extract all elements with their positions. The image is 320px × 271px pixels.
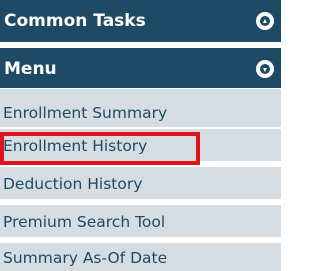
- menu-item-enrollment-summary[interactable]: Enrollment Summary: [0, 89, 281, 127]
- collapse-up-icon-arrow: [263, 19, 267, 23]
- expand-down-icon[interactable]: [256, 60, 274, 78]
- menu-label: Menu: [4, 59, 57, 79]
- menu-item-deduction-history[interactable]: Deduction History: [0, 167, 281, 199]
- collapse-up-icon[interactable]: [256, 12, 274, 30]
- menu-item-summary-as-of-date[interactable]: Summary As-Of Date: [0, 243, 281, 271]
- expand-down-icon-arrow: [263, 68, 267, 72]
- common-tasks-header[interactable]: Common Tasks: [0, 0, 281, 42]
- menu-item-premium-search-tool[interactable]: Premium Search Tool: [0, 205, 281, 237]
- side-panel: Common Tasks Menu Enrollment Summary Enr…: [0, 0, 281, 271]
- menu-item-enrollment-history[interactable]: Enrollment History: [0, 129, 281, 161]
- menu-header[interactable]: Menu: [0, 48, 281, 88]
- common-tasks-label: Common Tasks: [4, 11, 146, 31]
